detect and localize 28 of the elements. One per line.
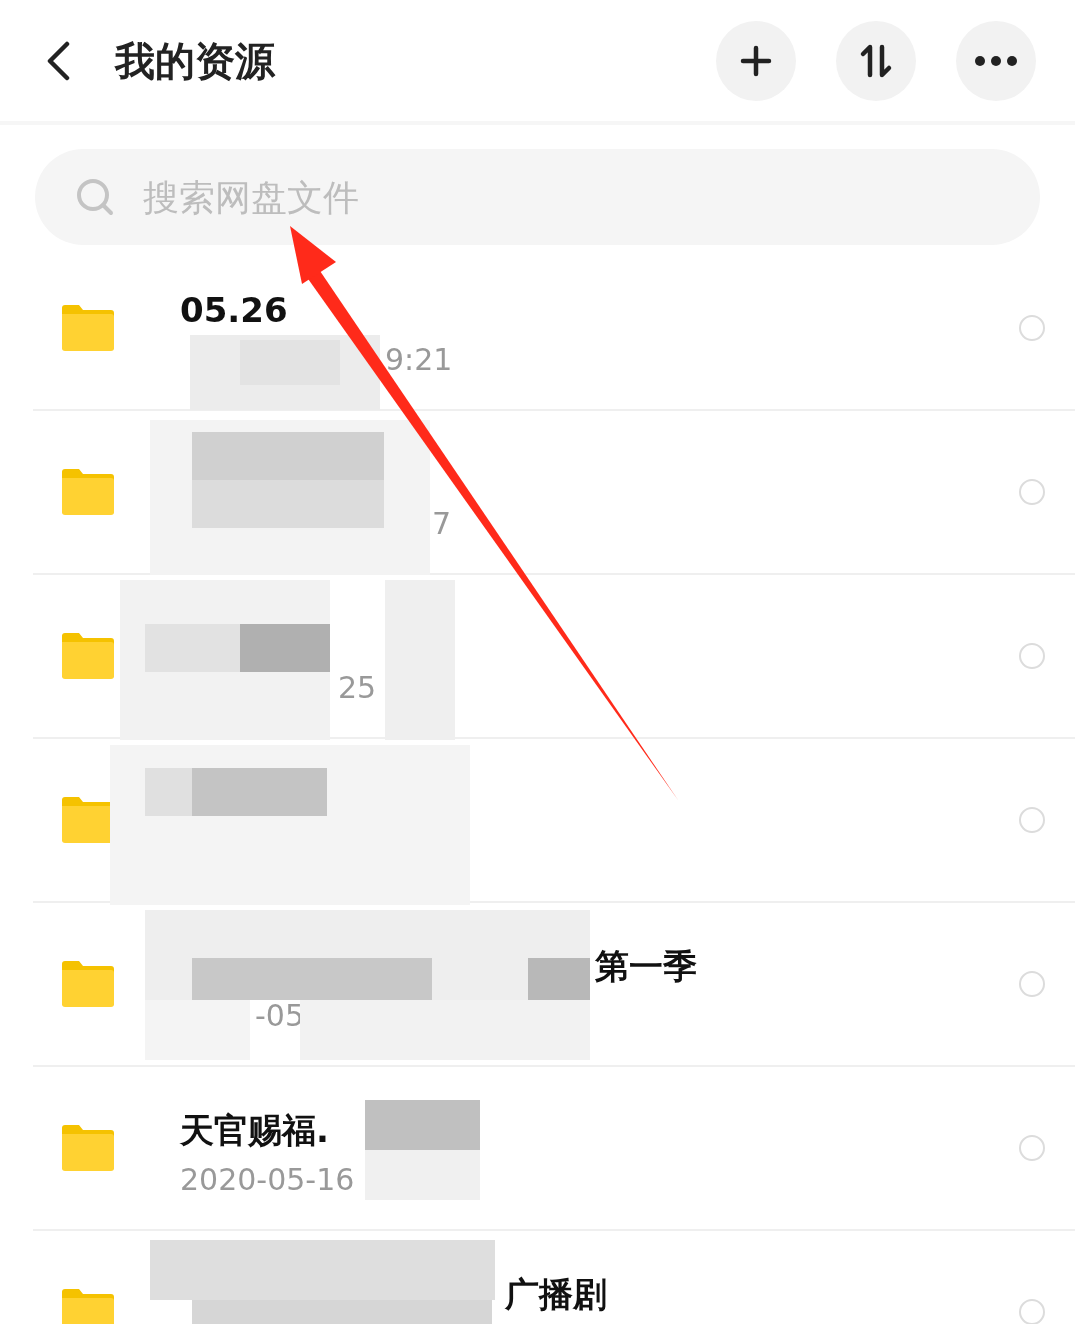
select-radio[interactable] [1019,479,1045,505]
page-title: 我的资源 [115,36,275,86]
folder-date: 7 [432,505,452,543]
select-radio[interactable] [1019,315,1045,341]
select-radio[interactable] [1019,643,1045,669]
select-radio[interactable] [1019,971,1045,997]
folder-icon [60,632,116,680]
search-field[interactable]: 搜索网盘文件 [35,149,1040,245]
folder-name: 05.26 [180,289,288,332]
folder-icon [60,1124,116,1172]
folder-date: 25 [338,669,377,707]
select-radio[interactable] [1019,1135,1045,1161]
folder-name: 天官赐福. [180,1109,329,1152]
folder-name: 第一季 [595,945,697,988]
sort-icon [858,42,894,79]
folder-name: 广播剧 [505,1273,607,1316]
select-radio[interactable] [1019,807,1045,833]
search-icon [75,177,115,217]
folder-icon [60,468,116,516]
folder-icon [60,304,116,352]
folder-date: 2020-05-16 [180,1161,355,1199]
plus-icon [740,44,772,77]
folder-icon [60,1288,116,1324]
folder-date: 9:21 [385,341,453,379]
select-radio[interactable] [1019,1299,1045,1324]
more-icon [974,54,1018,67]
folder-icon [60,960,116,1008]
folder-date: -05 [255,997,304,1035]
